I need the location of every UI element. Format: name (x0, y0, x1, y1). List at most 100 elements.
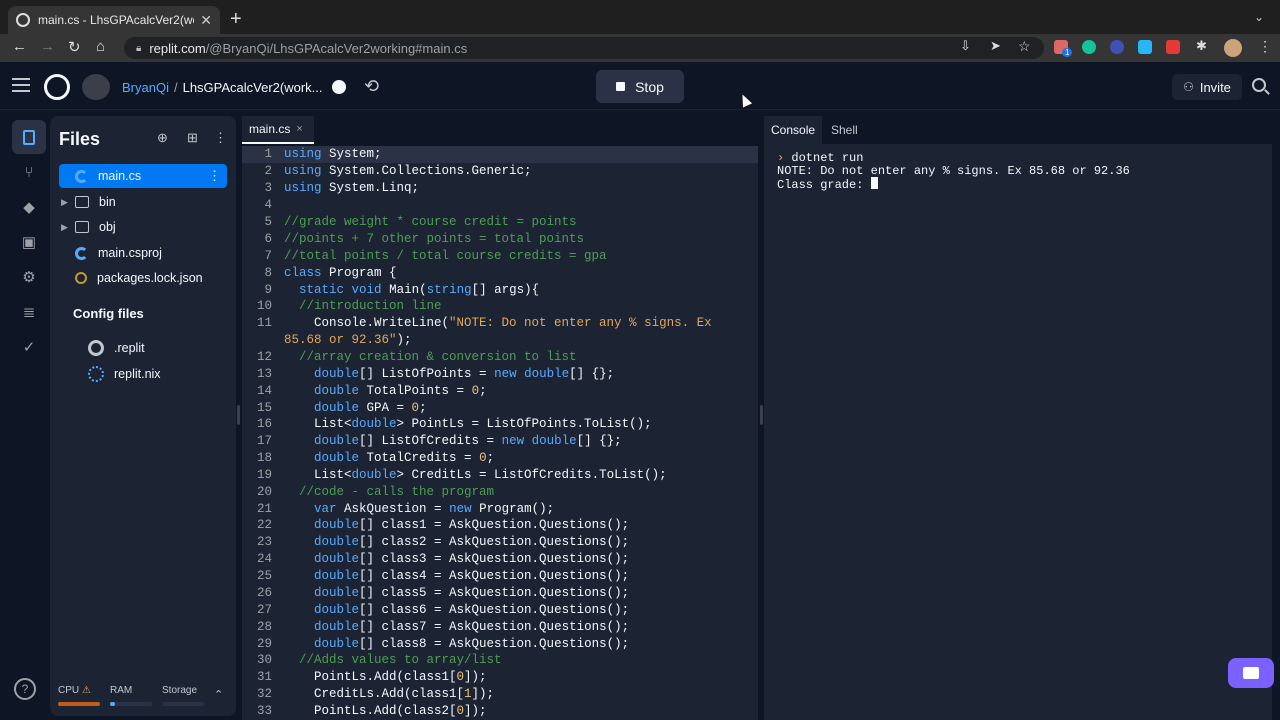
code-line: //points + 7 other points = total points (284, 232, 585, 246)
red-extension-icon[interactable] (1166, 40, 1180, 54)
database-icon[interactable]: ≣ (19, 302, 39, 322)
help-icon[interactable]: ? (14, 678, 36, 700)
line-number: 28 (256, 620, 272, 634)
ram-bar (110, 702, 152, 706)
packages-icon[interactable]: ◆ (19, 197, 39, 217)
chevron-down-icon[interactable]: ⌄ (1254, 10, 1264, 24)
line-number: 4 (264, 198, 272, 212)
chevron-up-icon[interactable]: ⌃ (214, 688, 223, 701)
code-line: static void Main(string[] args){ (299, 283, 540, 297)
grammarly-icon[interactable] (1082, 40, 1096, 54)
new-tab-button[interactable]: + (230, 8, 242, 31)
line-number: 32 (256, 687, 272, 701)
chat-button[interactable] (1228, 658, 1274, 688)
code-line: double TotalCredits = 0; (314, 451, 495, 465)
line-number: 30 (256, 653, 272, 667)
file-item-replit[interactable]: .replit (88, 340, 145, 356)
file-name: main.csproj (98, 246, 162, 260)
folder-icon (75, 221, 89, 233)
code-editor[interactable]: 1 2 3 4 5 6 7 8 9 10 11 12 13 14 15 16 17 18 19 20 21 22 23 24 2… (242, 146, 758, 720)
invite-button[interactable]: ⚇ Invite (1172, 74, 1242, 100)
repl-name[interactable]: LhsGPAcalcVer2(work... (183, 80, 323, 95)
line-number: 22 (256, 518, 272, 532)
file-icon (23, 129, 35, 145)
file-name: replit.nix (114, 367, 161, 381)
file-item-replit-nix[interactable]: replit.nix (88, 366, 161, 382)
bookmark-star-icon[interactable]: ☆ (1018, 38, 1031, 55)
file-item-packages-lock[interactable]: packages.lock.json (59, 266, 227, 290)
tab-shell[interactable]: Shell (824, 116, 865, 144)
reload-icon[interactable]: ↻ (68, 38, 81, 56)
line-number: 9 (264, 283, 272, 297)
file-item-bin[interactable]: ▶ bin (59, 190, 227, 214)
profile-avatar[interactable] (1224, 39, 1242, 57)
files-title: Files (59, 129, 101, 149)
file-item-obj[interactable]: ▶ obj (59, 215, 227, 239)
storage-label[interactable]: Storage (162, 685, 197, 696)
k-extension-icon[interactable] (1110, 40, 1124, 54)
breadcrumb-separator: / (173, 80, 178, 95)
chevron-right-icon[interactable]: ▶ (61, 222, 75, 233)
code-line: 85.68 or 92.36"); (284, 333, 412, 347)
file-menu-icon[interactable]: ⋮ (208, 168, 221, 184)
files-tool-button[interactable] (12, 120, 46, 154)
code-line: double[] class3 = AskQuestion.Questions(… (314, 552, 630, 566)
close-tab-icon[interactable]: ✕ (200, 12, 212, 29)
line-number: 23 (256, 535, 272, 549)
line-number: 21 (256, 502, 272, 516)
code-line: //code - calls the program (299, 485, 495, 499)
close-tab-icon[interactable]: × (296, 123, 302, 135)
install-icon[interactable]: ⇩ (960, 38, 971, 54)
home-icon[interactable]: ⌂ (96, 38, 105, 55)
secrets-lock-icon[interactable]: ▣ (19, 232, 39, 252)
add-user-icon: ⚇ (1183, 80, 1194, 94)
line-number: 8 (264, 266, 272, 280)
editor-tab-main-cs[interactable]: main.cs × (242, 116, 314, 144)
files-menu-icon[interactable]: ⋮ (214, 130, 227, 146)
console-panel[interactable] (764, 116, 1272, 720)
git-icon[interactable]: ⑂ (19, 162, 39, 182)
stop-button[interactable]: Stop (596, 70, 684, 103)
console-input-line[interactable]: Class grade: (777, 177, 878, 192)
panel-resize-handle[interactable] (237, 405, 240, 425)
code-line: CreditLs.Add(class1[1]); (284, 687, 495, 701)
share-icon[interactable]: ➤ (990, 38, 1001, 54)
csharp-icon (75, 169, 88, 183)
flag-extension-icon[interactable] (1138, 40, 1152, 54)
file-item-main-csproj[interactable]: main.csproj (59, 241, 227, 265)
puzzle-icon[interactable]: ✱ (1196, 38, 1207, 54)
menu-icon[interactable] (12, 78, 30, 92)
panel-resize-handle[interactable] (760, 405, 763, 425)
code-line: //array creation & conversion to list (299, 350, 577, 364)
stop-icon (616, 82, 626, 91)
search-icon[interactable] (1252, 78, 1266, 92)
chevron-right-icon[interactable]: ▶ (61, 197, 75, 208)
code-line: //introduction line (299, 299, 442, 313)
more-vertical-icon[interactable]: ⋮ (1258, 38, 1272, 55)
username-link[interactable]: BryanQi (122, 80, 169, 95)
language-icon[interactable] (332, 80, 346, 94)
file-item-main-cs[interactable]: main.cs ⋮ (59, 164, 227, 188)
checkmark-icon[interactable]: ✓ (19, 337, 39, 357)
history-icon[interactable]: ⟲ (364, 76, 379, 97)
code-line: double GPA = 0; (314, 401, 427, 415)
line-number: 29 (256, 637, 272, 651)
back-arrow-icon[interactable]: ← (12, 38, 27, 55)
browser-tab[interactable]: main.cs - LhsGPAcalcVer2(wor ✕ (8, 6, 220, 34)
replit-logo-icon[interactable] (44, 74, 70, 100)
address-bar[interactable]: 🔒︎ replit.com/@BryanQi/LhsGPAcalcVer2wor… (124, 37, 1044, 59)
line-number: 16 (256, 417, 272, 431)
forward-arrow-icon[interactable]: → (40, 38, 55, 55)
settings-gear-icon[interactable]: ⚙ (19, 267, 39, 287)
line-number: 25 (256, 569, 272, 583)
ram-label[interactable]: RAM (110, 685, 132, 696)
tab-console[interactable]: Console (764, 116, 823, 144)
file-name: .replit (114, 341, 145, 355)
code-line: using System.Linq; (284, 181, 420, 195)
user-avatar[interactable] (82, 74, 110, 100)
new-file-icon[interactable]: ⊕ (157, 130, 168, 146)
code-line: double[] class7 = AskQuestion.Questions(… (314, 620, 630, 634)
new-folder-icon[interactable]: ⊞ (187, 130, 198, 146)
storage-bar (162, 702, 204, 706)
cpu-label[interactable]: CPU ⚠ (58, 685, 91, 696)
